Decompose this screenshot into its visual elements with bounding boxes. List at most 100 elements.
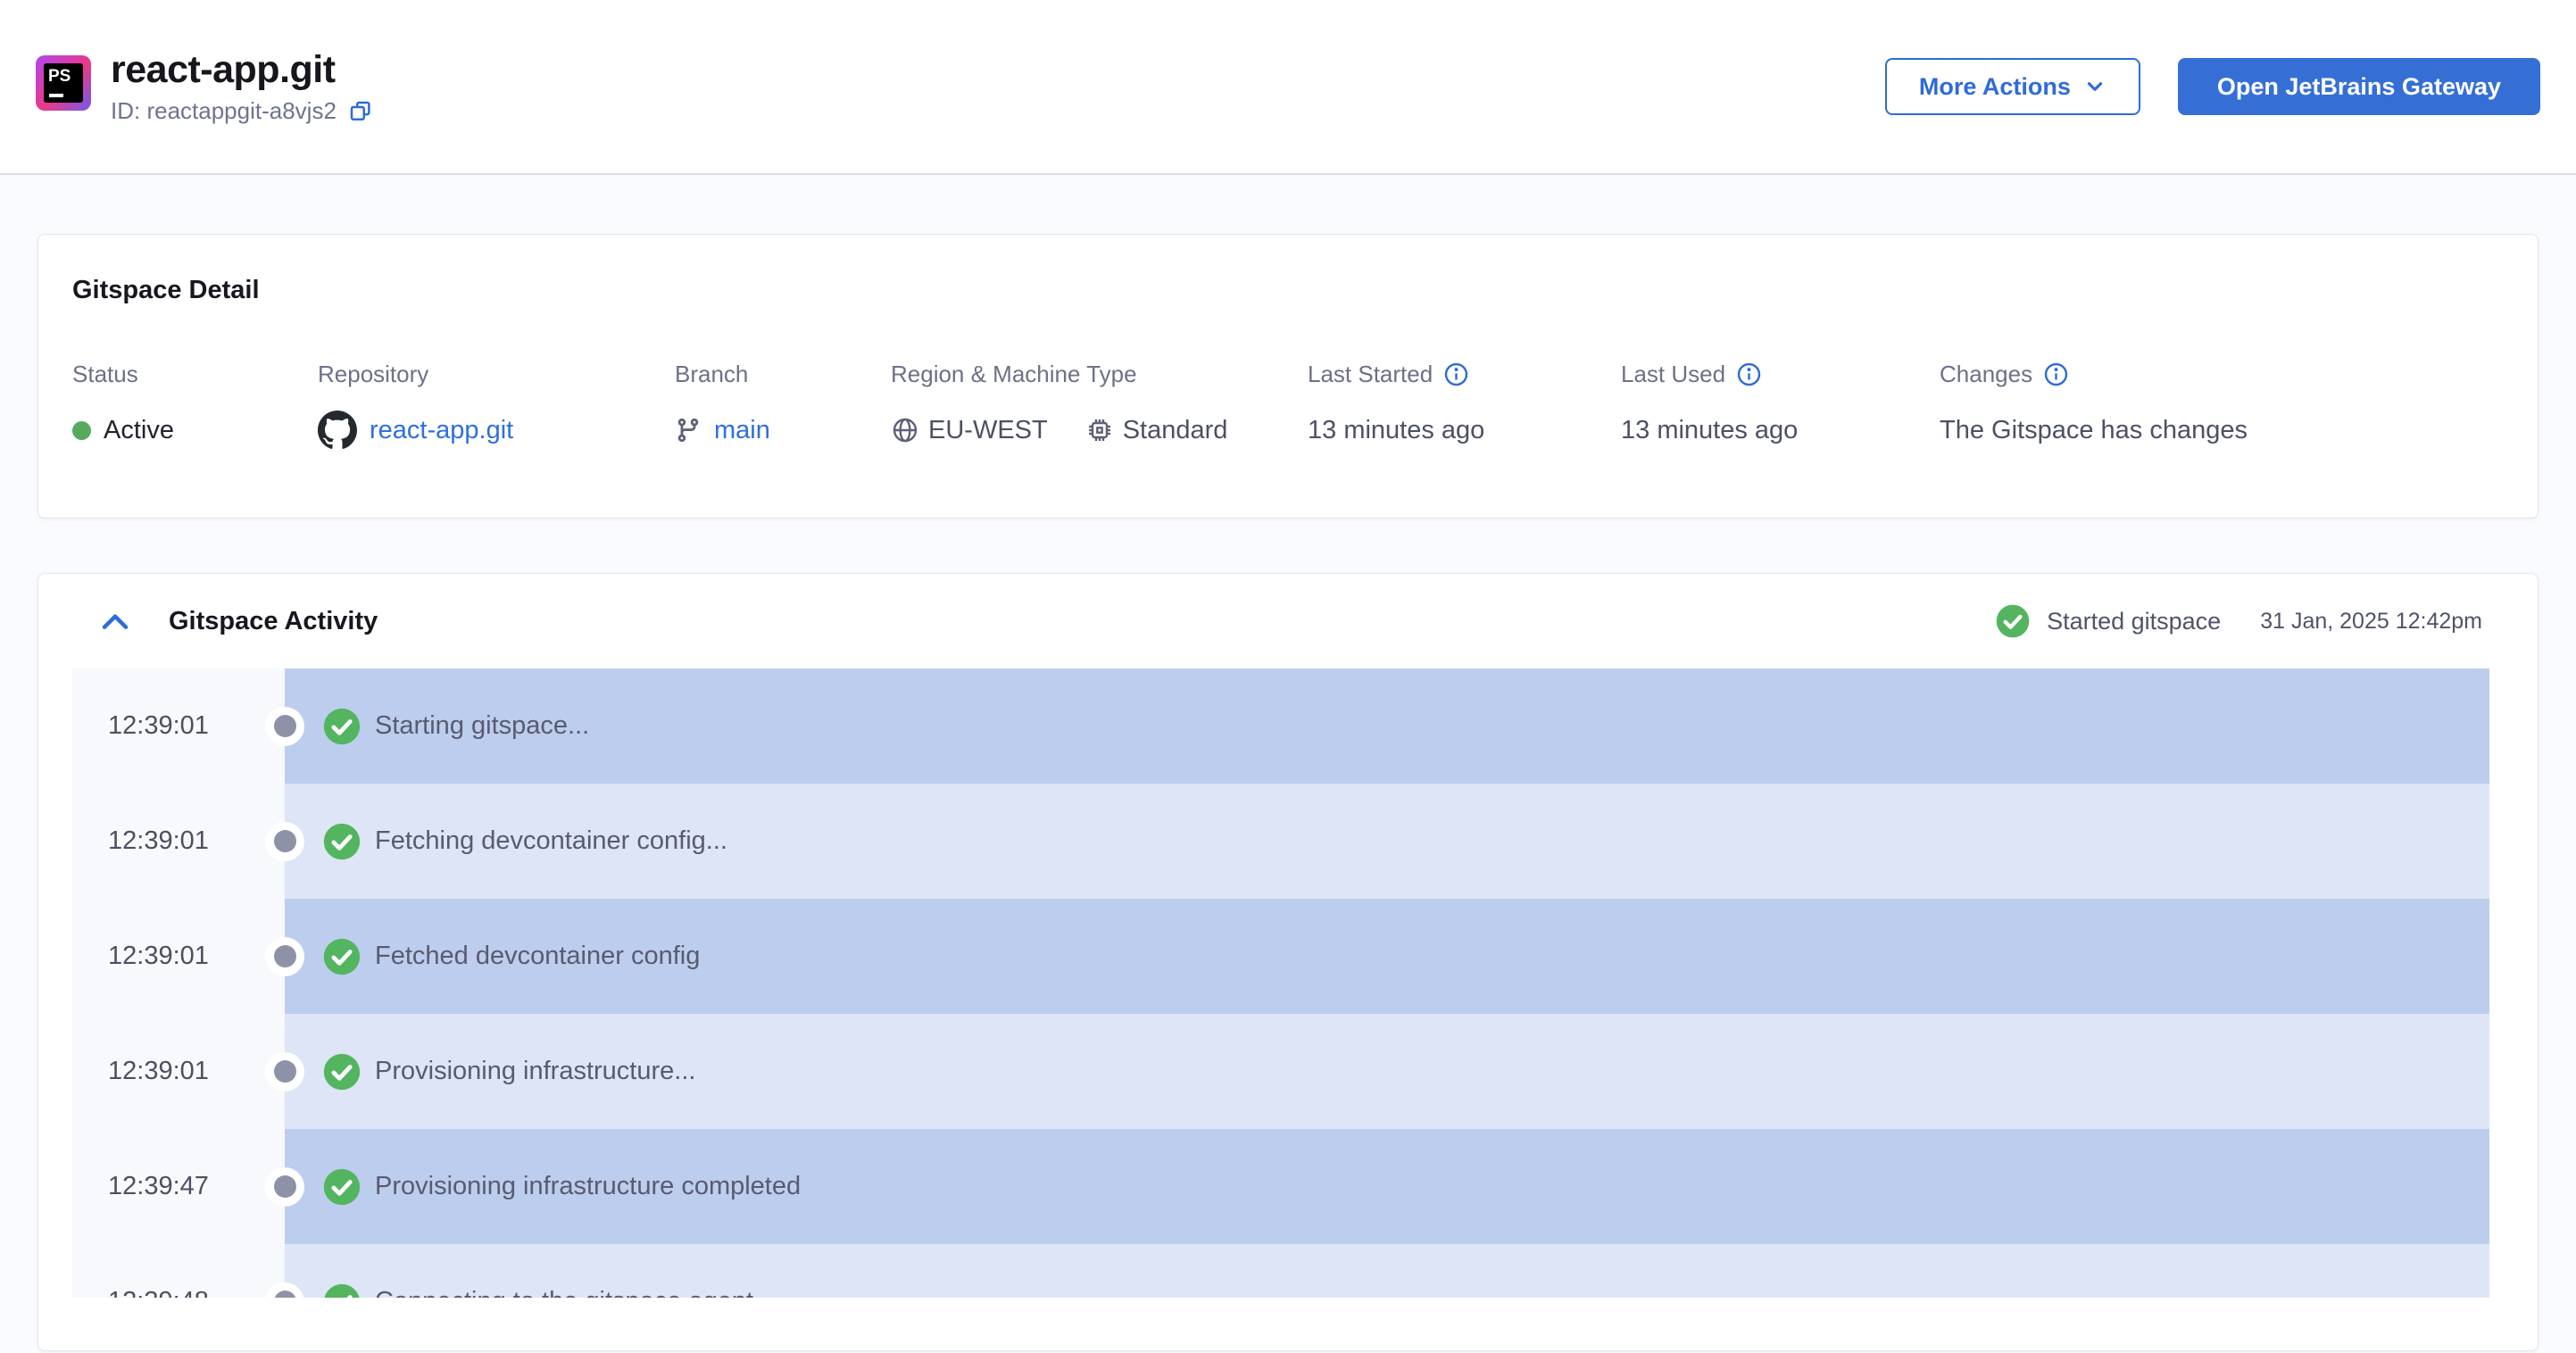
log-row: 12:39:01 Starting gitspace... xyxy=(38,668,2538,784)
timeline-dot-icon xyxy=(265,1051,304,1092)
log-row-left-pad xyxy=(38,668,72,784)
success-check-icon xyxy=(322,1052,361,1092)
log-row-left-pad xyxy=(38,1014,72,1129)
log-time: 12:39:01 xyxy=(108,826,209,855)
copy-icon[interactable] xyxy=(347,98,374,125)
log-row-left-pad xyxy=(38,899,72,1014)
field-changes: Changes The Gitspace has changes xyxy=(1940,361,2504,451)
log-message: Fetched devcontainer config xyxy=(375,942,701,970)
last-started-label: Last Started xyxy=(1308,361,1433,387)
activity-log[interactable]: 12:39:01 Starting gitspace... 12:39:01 F… xyxy=(38,668,2538,1298)
log-row: 12:39:01 Provisioning infrastructure... xyxy=(38,1014,2538,1129)
gitspace-detail-card: Gitspace Detail Status Active Repository… xyxy=(37,234,2539,519)
changes-value: The Gitspace has changes xyxy=(1940,415,2248,444)
gitspace-activity-card: Gitspace Activity Started gitspace 31 Ja… xyxy=(37,573,2539,1351)
log-row-left-pad xyxy=(38,1129,72,1244)
status-value: Active xyxy=(104,415,174,444)
git-branch-icon xyxy=(675,417,702,444)
status-active-dot-icon xyxy=(72,420,91,440)
log-message: Provisioning infrastructure completed xyxy=(375,1172,802,1200)
log-message: Fetching devcontainer config... xyxy=(375,826,727,855)
last-used-value: 13 minutes ago xyxy=(1621,415,1799,444)
log-row-right-pad xyxy=(2489,668,2538,784)
log-row-right-pad xyxy=(2489,1244,2538,1298)
success-check-icon xyxy=(322,937,361,976)
page-header: PS react-app.git ID: reactappgit-a8vjs2 … xyxy=(0,0,2576,175)
log-row-right-pad xyxy=(2489,784,2538,899)
machine-type-value: Standard xyxy=(1122,415,1228,444)
gitspace-detail-title: Gitspace Detail xyxy=(72,276,260,304)
timeline-dot-icon xyxy=(265,821,304,861)
logo-underscore xyxy=(49,93,63,97)
log-time: 12:39:01 xyxy=(108,942,209,970)
log-message-cell: Fetched devcontainer config xyxy=(285,899,2489,1014)
branch-link[interactable]: main xyxy=(714,416,770,445)
log-time-gutter: 12:39:48 xyxy=(72,1244,304,1298)
log-row-right-pad xyxy=(2489,1014,2538,1129)
log-time-gutter: 12:39:47 xyxy=(72,1129,304,1244)
machine-chip-icon xyxy=(1085,416,1114,444)
info-icon[interactable] xyxy=(1736,361,1762,387)
more-actions-label: More Actions xyxy=(1918,72,2071,100)
field-branch: Branch main xyxy=(675,361,891,451)
field-last-used: Last Used 13 minutes ago xyxy=(1621,361,1940,451)
log-row: 12:39:01 Fetching devcontainer config... xyxy=(38,784,2538,899)
log-time-gutter: 12:39:01 xyxy=(72,1014,304,1129)
repository-link[interactable]: react-app.git xyxy=(370,416,513,445)
log-time: 12:39:01 xyxy=(108,1057,209,1085)
status-label: Status xyxy=(72,361,138,387)
log-message: Provisioning infrastructure... xyxy=(375,1057,696,1085)
log-row: 12:39:01 Fetched devcontainer config xyxy=(38,899,2538,1014)
success-check-icon xyxy=(322,707,361,746)
branch-label: Branch xyxy=(675,361,749,387)
activity-timestamp: 31 Jan, 2025 12:42pm xyxy=(2260,608,2482,634)
page-title: react-app.git xyxy=(111,47,336,91)
github-icon xyxy=(318,411,357,450)
field-last-started: Last Started 13 minutes ago xyxy=(1308,361,1621,451)
region-machine-label: Region & Machine Type xyxy=(891,361,1137,387)
gitspace-activity-title: Gitspace Activity xyxy=(169,606,378,635)
changes-label: Changes xyxy=(1940,361,2033,387)
field-status: Status Active xyxy=(72,361,318,451)
log-message-cell: Provisioning infrastructure... xyxy=(285,1014,2489,1129)
timeline-dot-icon xyxy=(265,936,304,976)
log-row: 12:39:47 Provisioning infrastructure com… xyxy=(38,1129,2538,1244)
globe-icon xyxy=(891,416,919,444)
log-time-gutter: 12:39:01 xyxy=(72,784,304,899)
log-time-gutter: 12:39:01 xyxy=(72,668,304,784)
phpstorm-logo-icon: PS xyxy=(36,54,91,111)
success-check-icon xyxy=(1995,603,2031,639)
log-message-cell: Provisioning infrastructure completed xyxy=(285,1129,2489,1244)
logo-text: PS xyxy=(48,66,71,86)
log-message: Connecting to the gitspace agent... xyxy=(375,1287,775,1298)
activity-status-label: Started gitspace xyxy=(2047,607,2222,635)
timeline-dot-icon xyxy=(265,706,304,746)
log-message-cell: Connecting to the gitspace agent... xyxy=(285,1244,2489,1298)
log-row-left-pad xyxy=(38,784,72,899)
field-repository: Repository react-app.git xyxy=(318,361,675,451)
success-check-icon xyxy=(322,822,361,861)
field-region-machine: Region & Machine Type EU-WEST Standard xyxy=(891,361,1308,451)
log-time: 12:39:47 xyxy=(108,1172,209,1200)
chevron-up-icon[interactable] xyxy=(101,611,129,631)
last-started-value: 13 minutes ago xyxy=(1308,415,1485,444)
repository-label: Repository xyxy=(318,361,429,387)
log-message-cell: Fetching devcontainer config... xyxy=(285,784,2489,899)
log-row-right-pad xyxy=(2489,899,2538,1014)
log-message-cell: Starting gitspace... xyxy=(285,668,2489,784)
region-value: EU-WEST xyxy=(928,415,1048,444)
log-time: 12:39:48 xyxy=(108,1287,209,1298)
log-message: Starting gitspace... xyxy=(375,711,590,740)
open-jetbrains-gateway-button[interactable]: Open JetBrains Gateway xyxy=(2177,58,2540,115)
log-row-right-pad xyxy=(2489,1129,2538,1244)
timeline-dot-icon xyxy=(265,1166,304,1207)
info-icon[interactable] xyxy=(1443,361,1469,387)
chevron-down-icon xyxy=(2083,75,2107,98)
success-check-icon xyxy=(322,1167,361,1207)
gitspace-id-label: ID: reactappgit-a8vjs2 xyxy=(111,97,337,125)
log-time-gutter: 12:39:01 xyxy=(72,899,304,1014)
more-actions-button[interactable]: More Actions xyxy=(1884,58,2140,115)
log-time: 12:39:01 xyxy=(108,711,209,740)
log-row-left-pad xyxy=(38,1244,72,1298)
info-icon[interactable] xyxy=(2043,361,2069,387)
